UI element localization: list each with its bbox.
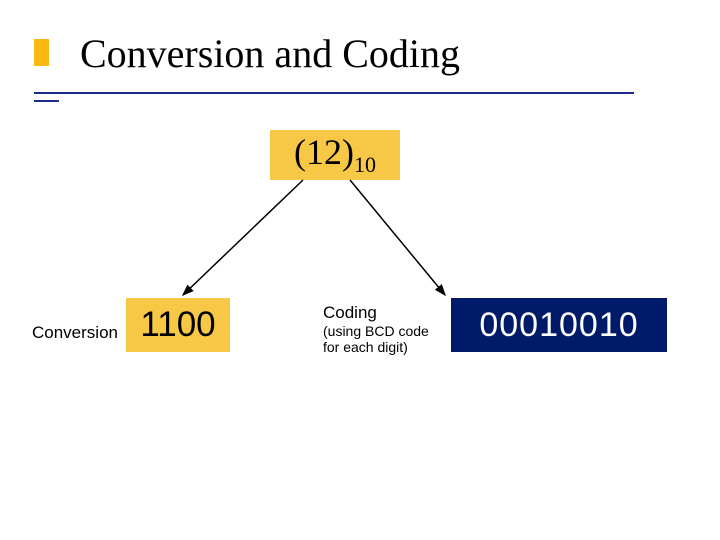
conversion-label: Conversion xyxy=(32,323,118,343)
source-value-box: (12)10 xyxy=(270,130,400,180)
coding-label: Coding (using BCD code for each digit) xyxy=(323,303,429,355)
conversion-result-box: 1100 xyxy=(126,298,230,352)
coding-result: 00010010 xyxy=(479,306,638,345)
page-title: Conversion and Coding xyxy=(80,30,460,77)
coding-result-box: 00010010 xyxy=(451,298,667,352)
source-value-text: (12)10 xyxy=(294,131,376,178)
title-rule xyxy=(34,92,634,94)
source-number: (12) xyxy=(294,132,354,172)
title-accent-mask xyxy=(49,38,79,69)
title-subrule xyxy=(34,100,59,102)
conversion-result: 1100 xyxy=(140,305,215,345)
coding-label-main: Coding xyxy=(323,303,377,322)
coding-label-sub1: (using BCD code xyxy=(323,323,429,339)
arrows xyxy=(0,0,720,540)
source-base: 10 xyxy=(354,153,376,178)
coding-label-sub2: for each digit) xyxy=(323,339,429,355)
